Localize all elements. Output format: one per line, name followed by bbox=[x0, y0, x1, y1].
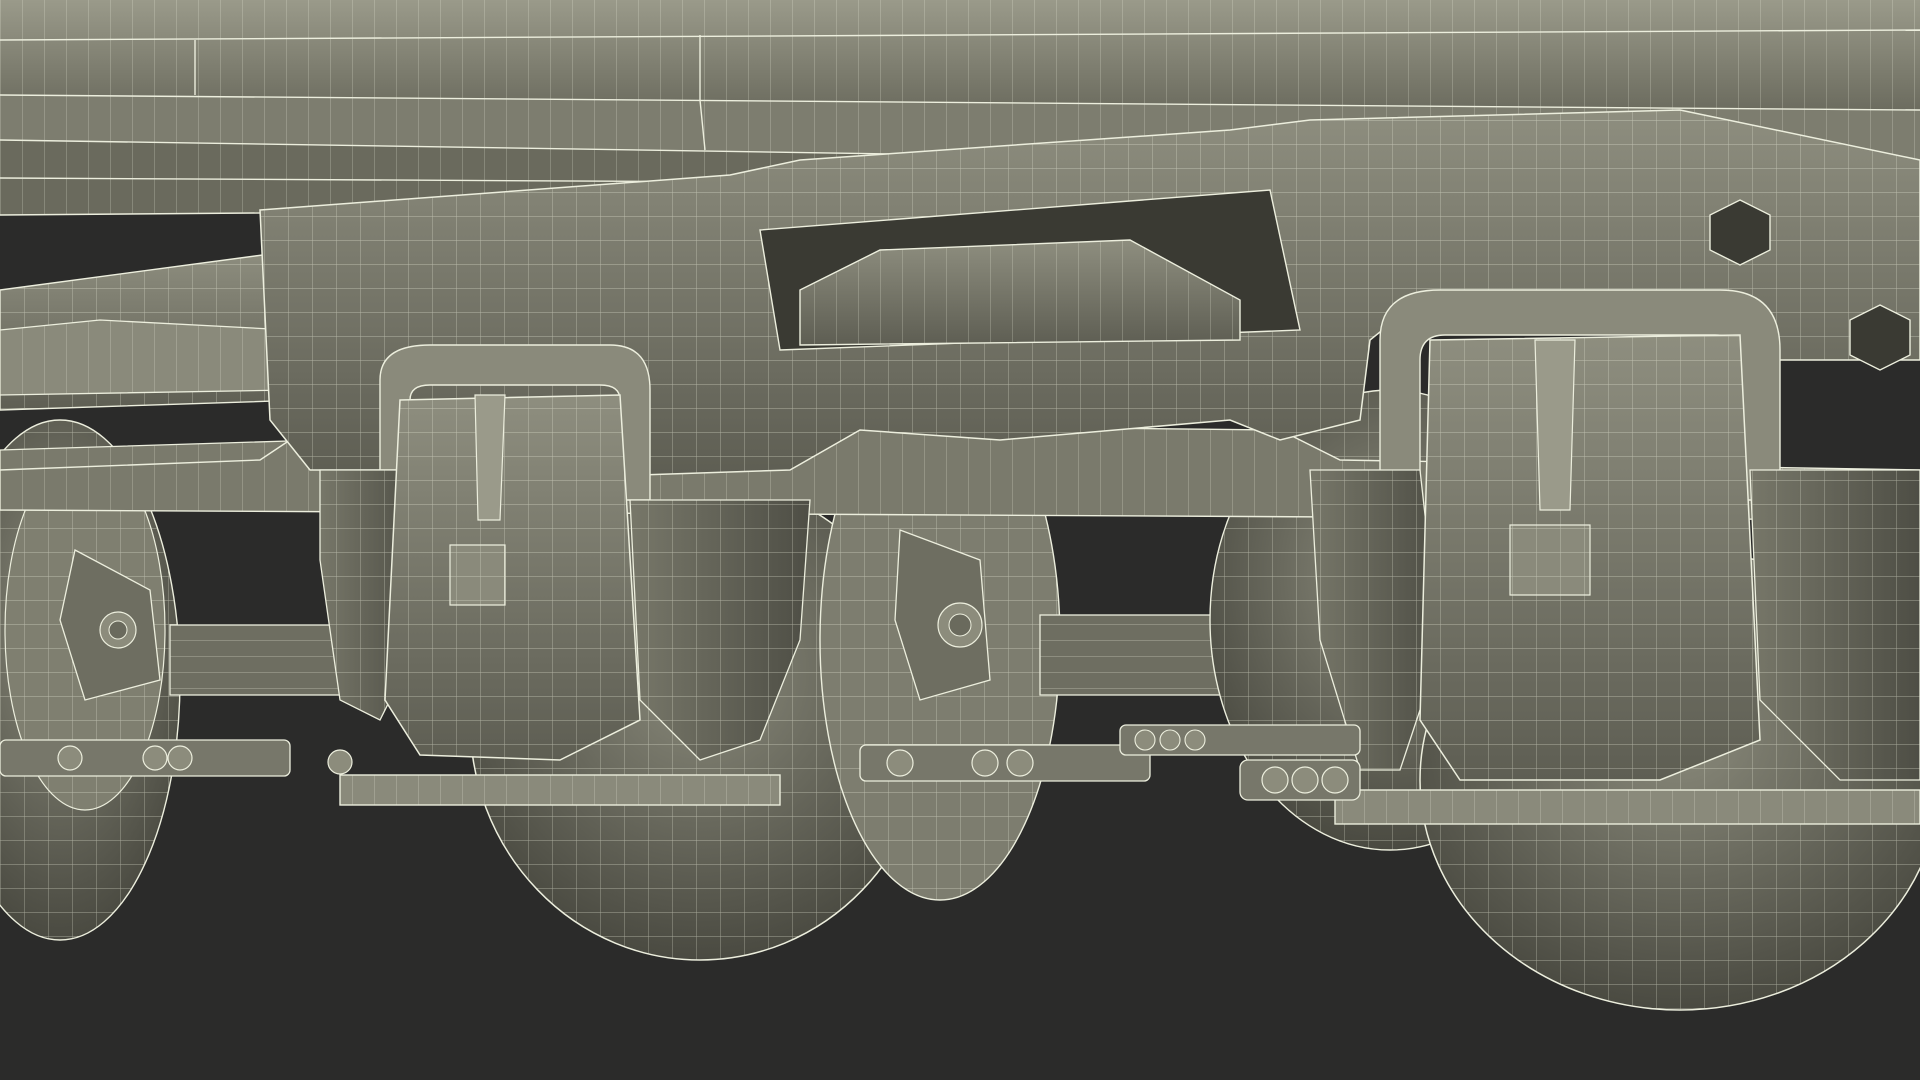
hexagon-icon bbox=[1849, 304, 1911, 371]
hexagon-icon bbox=[1709, 199, 1771, 266]
3d-viewport[interactable] bbox=[0, 0, 1920, 1080]
wireframe-render bbox=[0, 0, 1920, 1080]
